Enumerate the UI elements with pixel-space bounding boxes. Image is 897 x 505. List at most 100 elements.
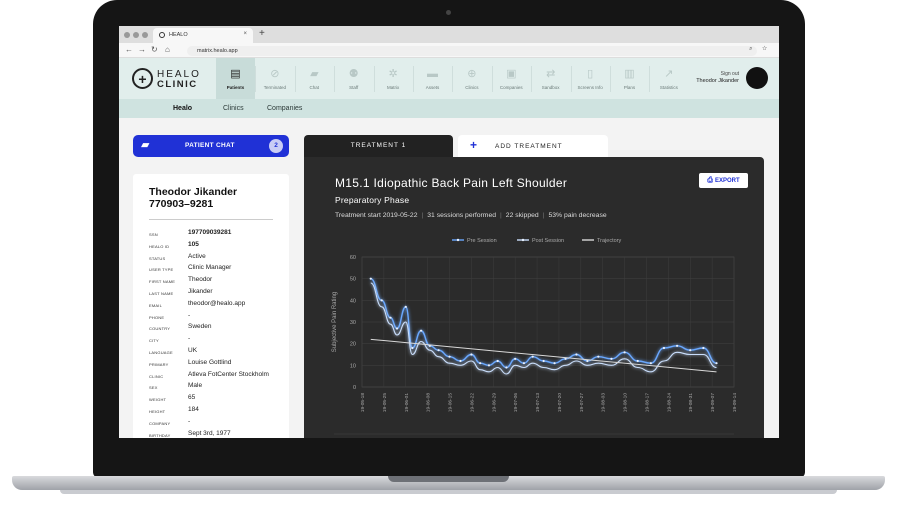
field-row: COUNTRY Sweden (149, 323, 289, 335)
data-point (597, 355, 600, 358)
new-tab-button[interactable]: + (259, 28, 265, 39)
logo-mark-icon: + (132, 68, 153, 89)
patient-id-number: 770903–9281 (149, 198, 214, 210)
nav-item-chat[interactable]: ▰ Chat (295, 58, 334, 99)
nav-item-staff[interactable]: ⚉ Staff (334, 58, 373, 99)
url-input[interactable]: matrix.healo.app (187, 46, 757, 56)
pain-decrease: 53% pain decrease (548, 212, 607, 219)
field-key: LANGUAGE (149, 350, 173, 355)
patient-chat-button[interactable]: ▰ PATIENT CHAT 2 (133, 135, 289, 157)
browser-tabbar: HEALO × + (119, 26, 779, 43)
field-row: SEX Male (149, 382, 289, 394)
forward-icon[interactable]: → (138, 45, 146, 54)
nav-item-plans[interactable]: ▥ Plans (610, 58, 649, 99)
nav-item-label: Companies (499, 85, 523, 90)
nav-item-label: Staff (349, 85, 359, 90)
subnav-item-healo[interactable]: Healo (173, 105, 192, 112)
data-point (623, 351, 626, 354)
nav-item-companies[interactable]: ▣ Companies (492, 58, 531, 99)
x-tick-label: 19-08-31 (688, 393, 694, 413)
field-row: BIRTHDAY Sept 3rd, 1977 (149, 430, 289, 438)
chat-bubbles-icon: ▰ (141, 139, 150, 151)
laptop-mockup: HEALO × + ← → ↻ ⌂ matrix.healo.app ⌕ ☆ +… (0, 0, 897, 505)
field-value: Atleva FotCenter Stockholm (188, 370, 269, 378)
nav-item-label: Assets (425, 85, 440, 90)
add-treatment-label: ADD TREATMENT (495, 143, 563, 150)
x-tick-label: 19-07-27 (579, 393, 585, 413)
series-line-pre-session (370, 277, 717, 369)
window-minimize-dot[interactable] (133, 32, 139, 38)
field-value: 105 (188, 240, 199, 248)
back-icon[interactable]: ← (125, 45, 133, 54)
y-tick-label: 50 (350, 277, 356, 283)
x-tick-label: 19-05-18 (360, 393, 366, 413)
nav-separator (452, 66, 454, 92)
legend-label: Trajectory (597, 238, 621, 244)
legend-label: Pre Session (467, 238, 497, 244)
nav-item-label: Chat (309, 85, 320, 90)
nav-item-patients[interactable]: ▤ Patients (216, 58, 255, 99)
data-point (553, 362, 556, 365)
data-point (514, 357, 517, 360)
field-key: PRIMARY (149, 361, 169, 367)
patient-name: Theodor Jikander (149, 186, 238, 198)
tab-close-icon[interactable]: × (243, 31, 247, 37)
nav-separator (294, 66, 296, 92)
x-tick-label: 19-05-25 (382, 393, 388, 413)
y-tick-label: 30 (350, 320, 356, 326)
sign-out-link[interactable]: Sign out (696, 71, 739, 78)
home-icon[interactable]: ⌂ (165, 45, 170, 54)
field-row: PRIMARY Louise Gottlind (149, 359, 289, 371)
field-row: COMPANY - (149, 418, 289, 430)
x-tick-label: 19-08-17 (644, 393, 650, 413)
field-row: PHONE - (149, 312, 289, 324)
data-point (448, 355, 451, 358)
data-point (389, 316, 392, 319)
subnav-item-companies[interactable]: Companies (267, 105, 302, 112)
nav-item-clinics[interactable]: ⊕ Clinics (452, 58, 491, 99)
nav-separator (531, 66, 533, 92)
treatment-stats: Treatment start 2019-05-22 | 31 sessions p… (335, 212, 607, 219)
nav-item-label: Terminated (263, 85, 287, 90)
gear-icon: ✲ (388, 68, 398, 80)
camera-dot (446, 10, 451, 15)
nav-item-terminated[interactable]: ⊘ Terminated (255, 58, 294, 99)
tab-treatment-1[interactable]: TREATMENT 1 (304, 135, 453, 157)
field-value: Theodor (188, 276, 213, 284)
healo-clinic-logo[interactable]: + HEALO CLINIC (132, 66, 212, 92)
data-point (404, 305, 407, 308)
nav-item-assets[interactable]: ▬ Assets (413, 58, 452, 99)
field-key: HEALO ID (149, 243, 170, 249)
add-treatment-tab[interactable]: + ADD TREATMENT (458, 135, 608, 157)
chart-line-icon: ↗ (664, 68, 674, 80)
export-label: EXPORT (714, 178, 740, 184)
data-point (496, 359, 499, 363)
bookmark-icon[interactable]: ⌕ ☆ (749, 46, 771, 53)
field-value: Louise Gottlind (188, 358, 232, 366)
nav-item-screens-info[interactable]: ▯ Screens Info (571, 58, 610, 99)
window-close-dot[interactable] (124, 32, 130, 38)
nav-item-matrix[interactable]: ✲ Matrix (374, 58, 413, 99)
legend-marker (456, 238, 460, 242)
sessions-skipped: 22 skipped (505, 212, 539, 219)
subnav-item-clinics[interactable]: Clinics (223, 105, 244, 112)
field-value: Sept 3rd, 1977 (188, 429, 231, 437)
field-row: CITY - (149, 335, 289, 347)
window-maximize-dot[interactable] (142, 32, 148, 38)
field-value: - (188, 335, 191, 343)
browser-tab[interactable]: HEALO × (153, 28, 253, 43)
field-key: FIRST NAME (149, 279, 176, 285)
reload-icon[interactable]: ↻ (151, 45, 158, 54)
x-tick-label: 19-08-24 (666, 393, 672, 413)
data-point (702, 346, 705, 350)
plus-icon: + (470, 138, 479, 152)
field-row: SSN 197709039281 (149, 229, 289, 241)
nav-item-label: Matrix (386, 85, 400, 90)
legend-label: Post Session (532, 238, 564, 244)
export-button[interactable]: ⎙ EXPORT (699, 173, 748, 188)
nav-item-statistics[interactable]: ↗ Statistics (649, 58, 688, 99)
avatar[interactable] (746, 67, 768, 89)
field-row: HEALO ID 105 (149, 241, 289, 253)
data-point (487, 364, 491, 367)
nav-item-sandbox[interactable]: ⇄ Sandbox (531, 58, 570, 99)
